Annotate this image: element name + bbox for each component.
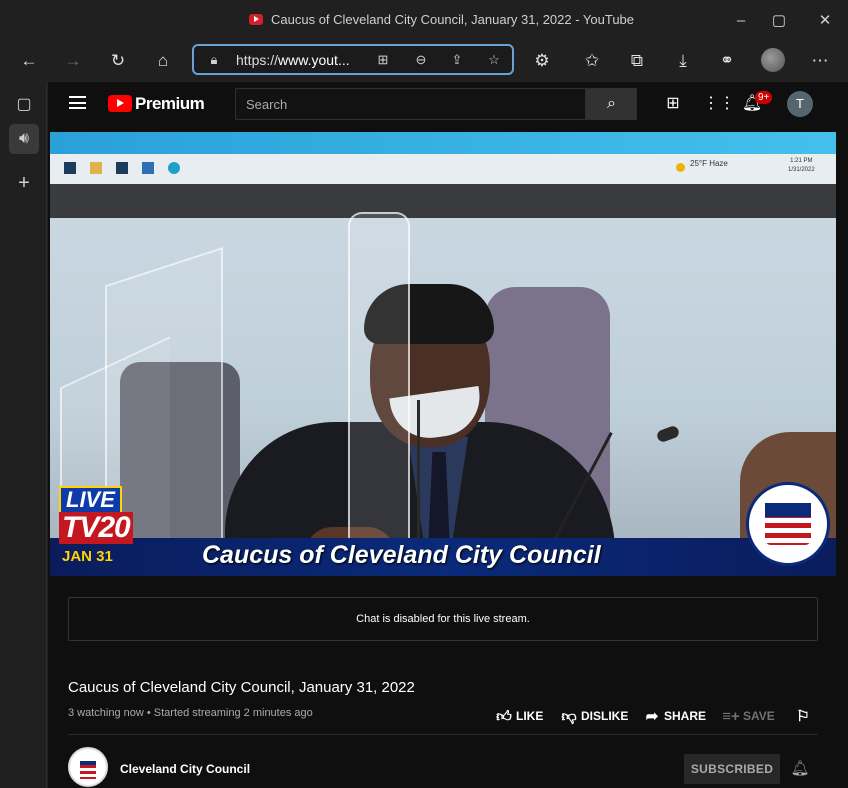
lower-third-banner: Caucus of Cleveland City Council: [50, 538, 836, 576]
url-text[interactable]: https://www.yout...: [236, 52, 350, 68]
app-available-icon[interactable]: ⊞: [374, 51, 392, 69]
favorites-icon[interactable]: ✩: [580, 50, 604, 72]
collections-icon[interactable]: ⧉: [625, 50, 649, 72]
channel-number: TV20: [59, 512, 133, 544]
search-input[interactable]: [236, 89, 585, 119]
downloads-icon[interactable]: ⤓: [671, 50, 695, 72]
dislike-button[interactable]: 👎︎ DISLIKE: [559, 708, 628, 724]
youtube-header: Premium ⌕ ⊞ ⋮⋮ 🔔︎ 9+ T: [48, 82, 848, 126]
user-avatar[interactable]: T: [787, 91, 813, 117]
broadcast-date: JAN 31: [62, 548, 113, 565]
share-button[interactable]: ➦ SHARE: [642, 708, 706, 724]
monitor-clock: 1:21 PM 1/31/2022: [788, 158, 815, 173]
performance-icon[interactable]: ⚭: [715, 50, 739, 72]
youtube-play-icon: [108, 95, 132, 112]
maximize-button[interactable]: ▢: [768, 10, 790, 32]
lock-icon[interactable]: 🔒︎: [205, 51, 223, 69]
window-titlebar: Caucus of Cleveland City Council, Januar…: [0, 0, 848, 42]
youtube-page: Premium ⌕ ⊞ ⋮⋮ 🔔︎ 9+ T 25°F Haze 1:21 PM…: [48, 82, 848, 788]
youtube-brand: Premium: [135, 94, 205, 113]
apps-grid-icon[interactable]: ⋮⋮: [703, 93, 735, 115]
share-page-icon[interactable]: ⇪: [448, 51, 466, 69]
tab-actions-icon[interactable]: ▢: [9, 90, 39, 120]
search-button[interactable]: ⌕: [586, 88, 637, 120]
add-favorite-icon[interactable]: ☆: [485, 51, 503, 69]
save-button[interactable]: ≡+ SAVE: [721, 708, 775, 724]
subscribed-button[interactable]: SUBSCRIBED: [684, 754, 780, 784]
add-to-playlist-icon: ≡+: [722, 707, 740, 725]
add-tab-icon[interactable]: +: [9, 168, 39, 198]
youtube-favicon-icon: [249, 14, 263, 25]
channel-name[interactable]: Cleveland City Council: [120, 762, 250, 776]
browser-sidebar: ▢ 🔊︎ +: [0, 82, 47, 788]
notification-badge: 9+: [755, 91, 773, 104]
chat-disabled-panel: Chat is disabled for this live stream.: [68, 597, 818, 641]
home-button[interactable]: ⌂: [151, 50, 175, 72]
address-bar[interactable]: 🔒︎ https://www.yout... ⊞ ⊖ ⇪ ☆: [192, 44, 514, 75]
browser-toolbar: ← → ↻ ⌂ 🔒︎ https://www.yout... ⊞ ⊖ ⇪ ☆ ⚙…: [0, 42, 848, 80]
like-button[interactable]: 👍︎ LIKE: [494, 708, 543, 724]
create-video-icon[interactable]: ⊞: [662, 93, 684, 115]
weather-sun-icon: [676, 163, 685, 172]
search-icon: ⌕: [607, 95, 616, 112]
flag-icon: ⚐: [796, 707, 810, 725]
thumbs-down-icon: 👎︎: [561, 707, 577, 725]
tv20-live-logo: LIVE TV20 JAN 31: [56, 486, 146, 576]
city-seal-logo: [746, 482, 830, 566]
window-title: Caucus of Cleveland City Council, Januar…: [271, 12, 635, 27]
back-button[interactable]: ←: [17, 50, 41, 72]
divider: [68, 734, 818, 735]
video-caption: Caucus of Cleveland City Council: [202, 541, 601, 569]
menu-icon[interactable]: [69, 96, 86, 109]
monitor-weather: 25°F Haze: [690, 159, 728, 168]
background-monitor: 25°F Haze 1:21 PM 1/31/2022: [50, 132, 836, 192]
video-player[interactable]: 25°F Haze 1:21 PM 1/31/2022 Caucus of Cle…: [50, 132, 836, 576]
live-label: LIVE: [59, 486, 122, 514]
share-arrow-icon: ➦: [645, 707, 659, 725]
zoom-out-icon[interactable]: ⊖: [412, 51, 430, 69]
video-title: Caucus of Cleveland City Council, Januar…: [68, 679, 415, 696]
report-flag-button[interactable]: ⚐: [793, 708, 815, 724]
refresh-button[interactable]: ↻: [106, 50, 130, 72]
video-meta: 3 watching now • Started streaming 2 min…: [68, 707, 313, 719]
channel-avatar[interactable]: [68, 747, 108, 787]
close-window-button[interactable]: ✕: [814, 10, 836, 32]
speaker-icon[interactable]: 🔊︎: [9, 124, 39, 154]
profile-avatar[interactable]: [761, 48, 785, 72]
settings-more-button[interactable]: ⋯: [808, 50, 832, 72]
search-box[interactable]: [235, 88, 586, 120]
forward-button[interactable]: →: [61, 50, 85, 72]
extensions-icon[interactable]: ⚙: [530, 50, 554, 72]
minimize-button[interactable]: –: [730, 10, 752, 32]
channel-notifications-bell-icon[interactable]: 🔔︎: [790, 759, 810, 779]
thumbs-up-icon: 👍︎: [496, 707, 512, 725]
